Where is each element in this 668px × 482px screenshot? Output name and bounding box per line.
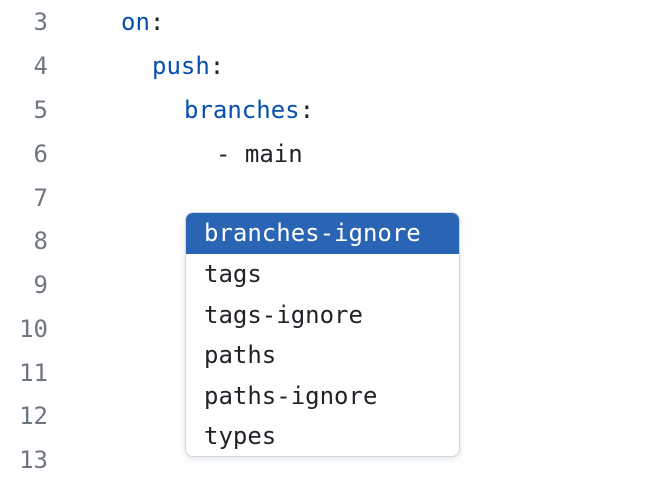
line-number: 13 xyxy=(19,446,48,474)
suggestion-tags-ignore[interactable]: tags-ignore xyxy=(186,295,459,336)
code-text: branches: xyxy=(184,88,314,132)
yaml-colon: : xyxy=(299,96,315,124)
suggestion-tags[interactable]: tags xyxy=(186,254,459,295)
line-number: 10 xyxy=(19,315,48,343)
code-line-4[interactable]: 4 push: xyxy=(0,44,668,88)
line-number: 9 xyxy=(33,271,48,299)
yaml-key: on xyxy=(121,8,150,36)
yaml-colon: : xyxy=(209,52,225,80)
yaml-colon: : xyxy=(149,8,165,36)
suggestion-branches-ignore[interactable]: branches-ignore xyxy=(186,213,459,254)
line-number: 6 xyxy=(33,140,48,168)
suggestion-paths-ignore[interactable]: paths-ignore xyxy=(186,376,459,417)
line-number: 12 xyxy=(19,402,48,430)
line-number: 4 xyxy=(33,52,48,80)
yaml-key: push xyxy=(152,52,210,80)
line-number: 5 xyxy=(33,96,48,124)
line-number: 11 xyxy=(19,359,48,387)
code-line-6[interactable]: 6 - main xyxy=(0,132,668,176)
code-text: - main xyxy=(216,140,303,168)
code-text: on: xyxy=(121,0,164,44)
code-line-3[interactable]: 3 on: xyxy=(0,0,668,44)
line-number: 3 xyxy=(33,8,48,36)
code-text: push: xyxy=(152,44,224,88)
line-number: 8 xyxy=(33,227,48,255)
line-number: 7 xyxy=(33,184,48,212)
yaml-key: branches xyxy=(184,96,300,124)
suggestion-paths[interactable]: paths xyxy=(186,335,459,376)
code-line-5[interactable]: 5 branches: xyxy=(0,88,668,132)
suggestion-types[interactable]: types xyxy=(186,416,459,456)
autocomplete-popup[interactable]: branches-ignore tags tags-ignore paths p… xyxy=(185,212,460,457)
